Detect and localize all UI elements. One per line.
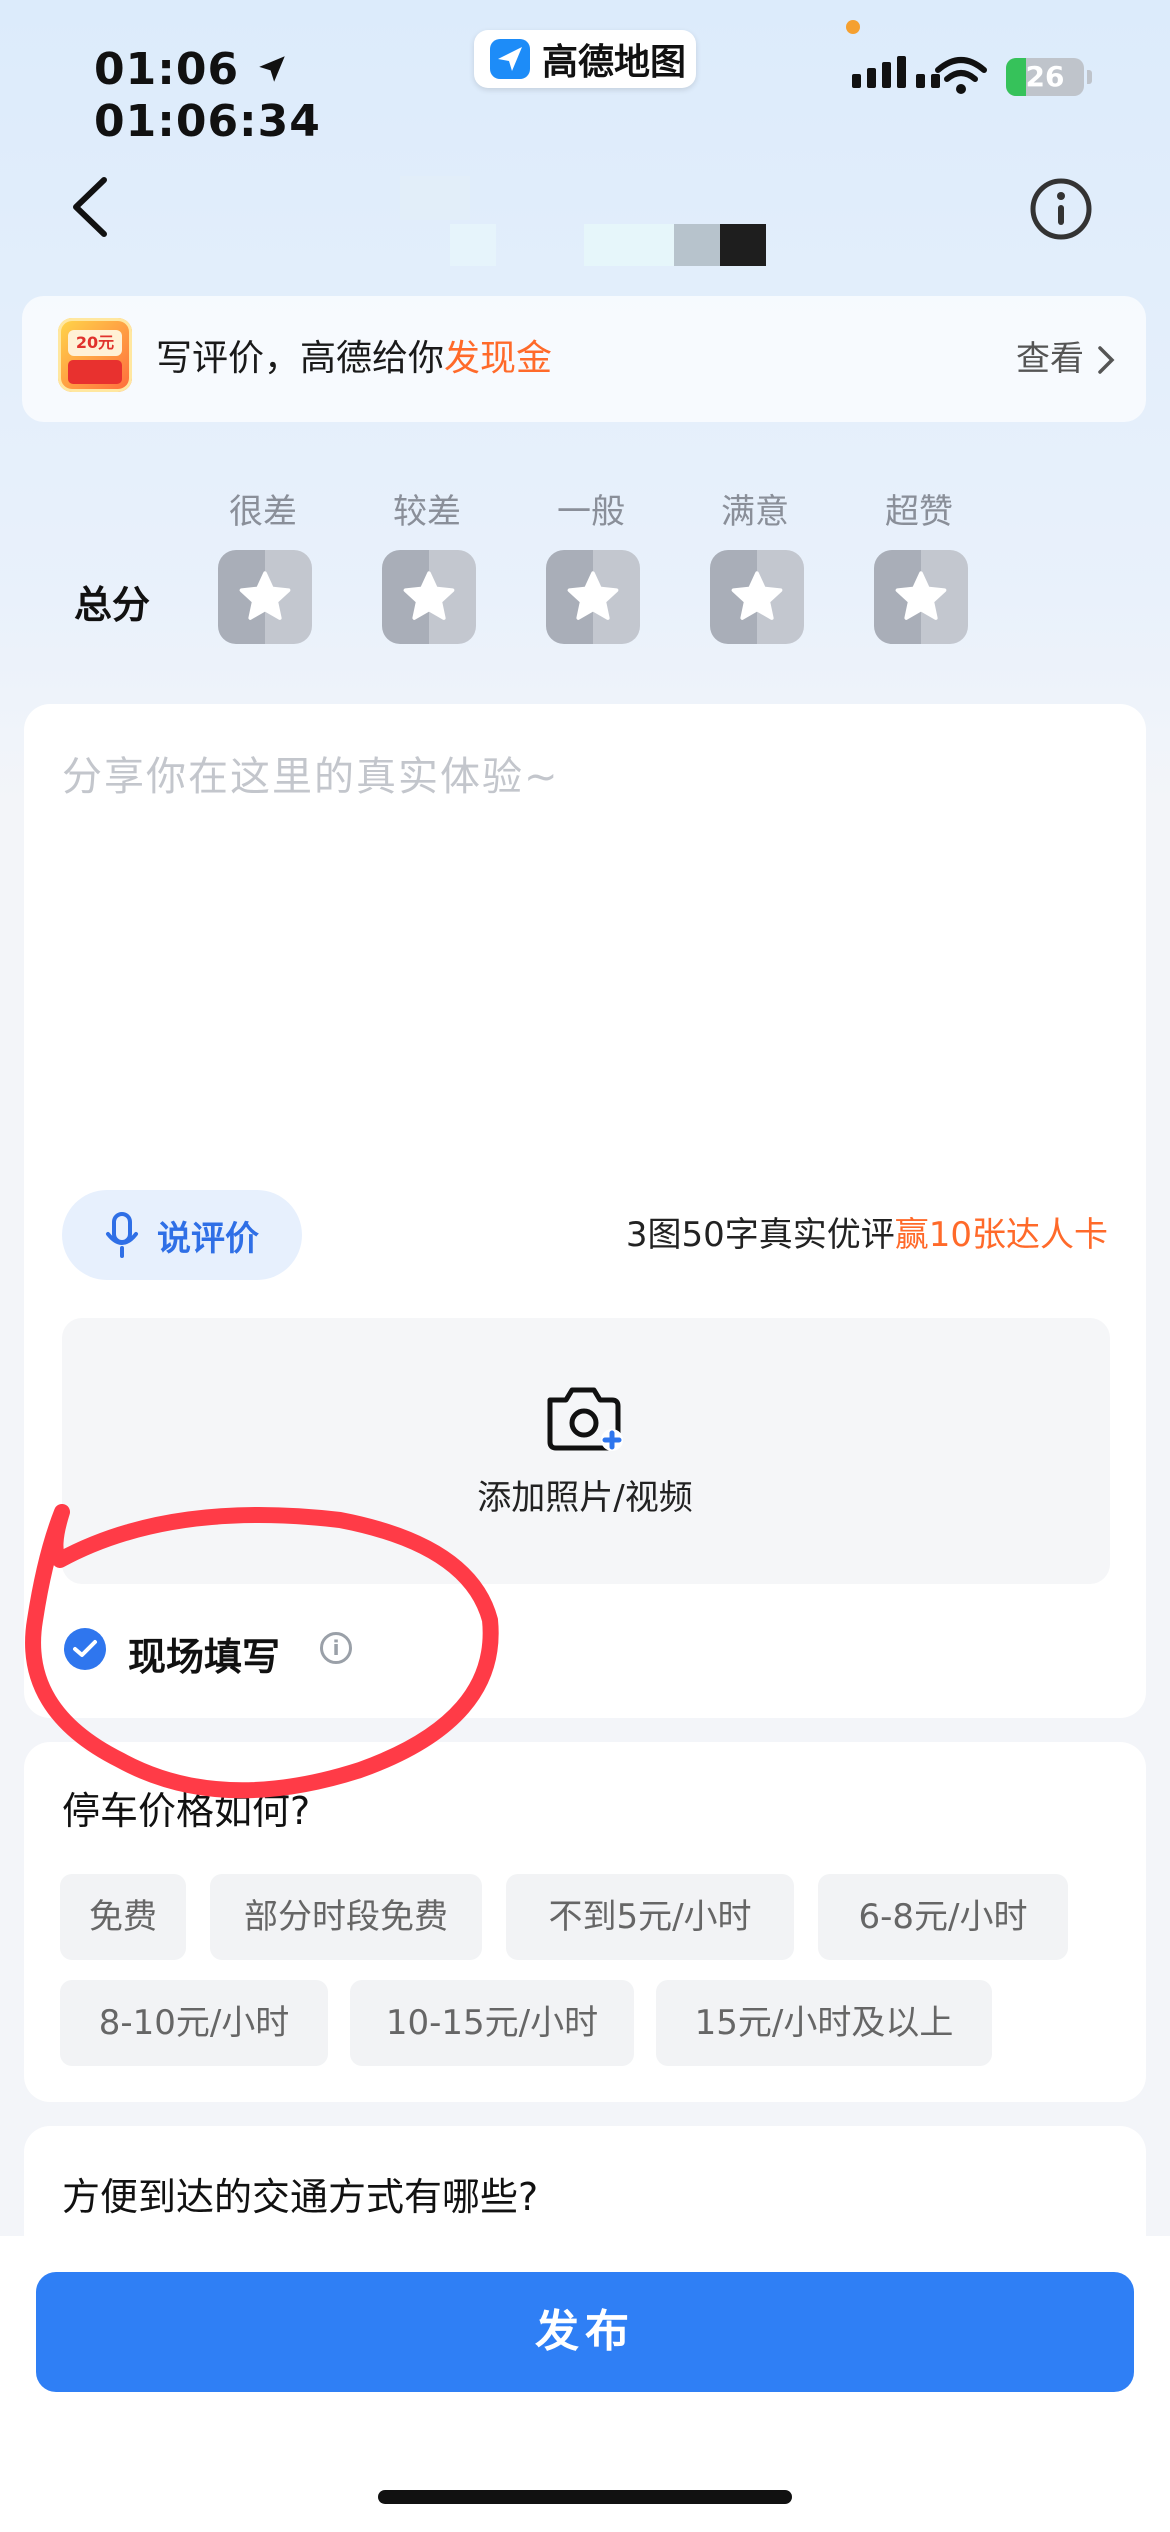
star-button-4[interactable] — [710, 550, 804, 644]
promo-view-link[interactable]: 查看 — [1016, 336, 1084, 382]
parking-question: 停车价格如何? — [62, 1789, 311, 1833]
parking-option-chip[interactable]: 免费 — [60, 1874, 186, 1960]
review-tip-highlight: 赢10张达人卡 — [894, 1215, 1108, 1255]
rating-label-2: 较差 — [393, 492, 461, 532]
total-score-label: 总分 — [74, 583, 151, 627]
location-arrow-icon — [259, 56, 286, 82]
onsite-label: 现场填写 — [128, 1635, 281, 1679]
microphone-icon — [106, 1212, 138, 1258]
star-button-5[interactable] — [874, 550, 968, 644]
voice-review-button[interactable]: 说评价 — [62, 1190, 302, 1280]
checkmark-icon — [73, 1640, 97, 1657]
promo-text: 写评价，高德给你发现金 — [156, 336, 552, 382]
star-button-3[interactable] — [546, 550, 640, 644]
rating-label-5: 超赞 — [885, 492, 953, 532]
promo-text-prefix: 写评价，高德给你 — [156, 338, 445, 379]
onsite-checkbox[interactable] — [64, 1628, 106, 1670]
home-indicator — [378, 2490, 792, 2504]
privacy-indicator — [846, 20, 860, 34]
rating-label-4: 满意 — [721, 492, 789, 532]
star-button-2[interactable] — [382, 550, 476, 644]
chevron-right-icon — [1098, 346, 1115, 374]
red-envelope-icon: 20元 — [58, 318, 132, 392]
onsite-info-icon[interactable]: i — [320, 1632, 352, 1664]
star-icon — [567, 571, 619, 620]
promo-view-label: 查看 — [1016, 339, 1084, 379]
status-time-seconds: 01:06:34 — [94, 96, 321, 147]
battery-icon: 26 — [1006, 58, 1084, 96]
parking-option-chip[interactable]: 部分时段免费 — [210, 1874, 482, 1960]
promo-text-highlight: 发现金 — [444, 338, 553, 379]
publish-button[interactable]: 发布 — [36, 2272, 1134, 2392]
cellular-signal-icon — [852, 56, 940, 88]
app-name: 高德地图 — [542, 42, 687, 83]
parking-option-chip[interactable]: 8-10元/小时 — [60, 1980, 328, 2066]
rating-label-3: 一般 — [557, 492, 625, 532]
star-icon — [403, 571, 455, 620]
place-title-redacted — [400, 168, 780, 272]
star-icon — [895, 571, 947, 620]
status-time: 01:06 — [94, 46, 289, 94]
parking-option-chip[interactable]: 不到5元/小时 — [506, 1874, 794, 1960]
parking-option-chip[interactable]: 15元/小时及以上 — [656, 1980, 992, 2066]
rating-label-1: 很差 — [229, 492, 297, 532]
parking-option-chip[interactable]: 6-8元/小时 — [818, 1874, 1068, 1960]
add-photo-icon — [547, 1387, 623, 1451]
star-icon — [731, 571, 783, 620]
star-icon — [239, 571, 291, 620]
transport-question: 方便到达的交通方式有哪些? — [62, 2175, 539, 2219]
review-text-input[interactable]: 分享你在这里的真实体验~ — [62, 744, 560, 802]
battery-cap — [1087, 70, 1092, 84]
battery-level: 26 — [1025, 60, 1065, 93]
wifi-icon — [935, 57, 987, 94]
app-switch-pill[interactable]: 高德地图 — [474, 30, 696, 88]
status-time-text: 01:06 — [94, 44, 240, 95]
promo-banner[interactable]: 20元 写评价，高德给你发现金 查看 — [22, 296, 1146, 422]
back-icon[interactable] — [66, 174, 112, 240]
star-button-1[interactable] — [218, 550, 312, 644]
add-media-label: 添加照片/视频 — [477, 1478, 693, 1518]
amap-logo-icon — [490, 39, 530, 79]
review-reward-tip: 3图50字真实优评赢10张达人卡 — [626, 1212, 1108, 1258]
voice-review-label: 说评价 — [157, 1218, 259, 1259]
review-tip-prefix: 3图50字真实优评 — [625, 1215, 895, 1255]
parking-option-chip[interactable]: 10-15元/小时 — [350, 1980, 634, 2066]
red-envelope-tag: 20元 — [68, 330, 122, 356]
info-icon[interactable] — [1028, 176, 1094, 242]
